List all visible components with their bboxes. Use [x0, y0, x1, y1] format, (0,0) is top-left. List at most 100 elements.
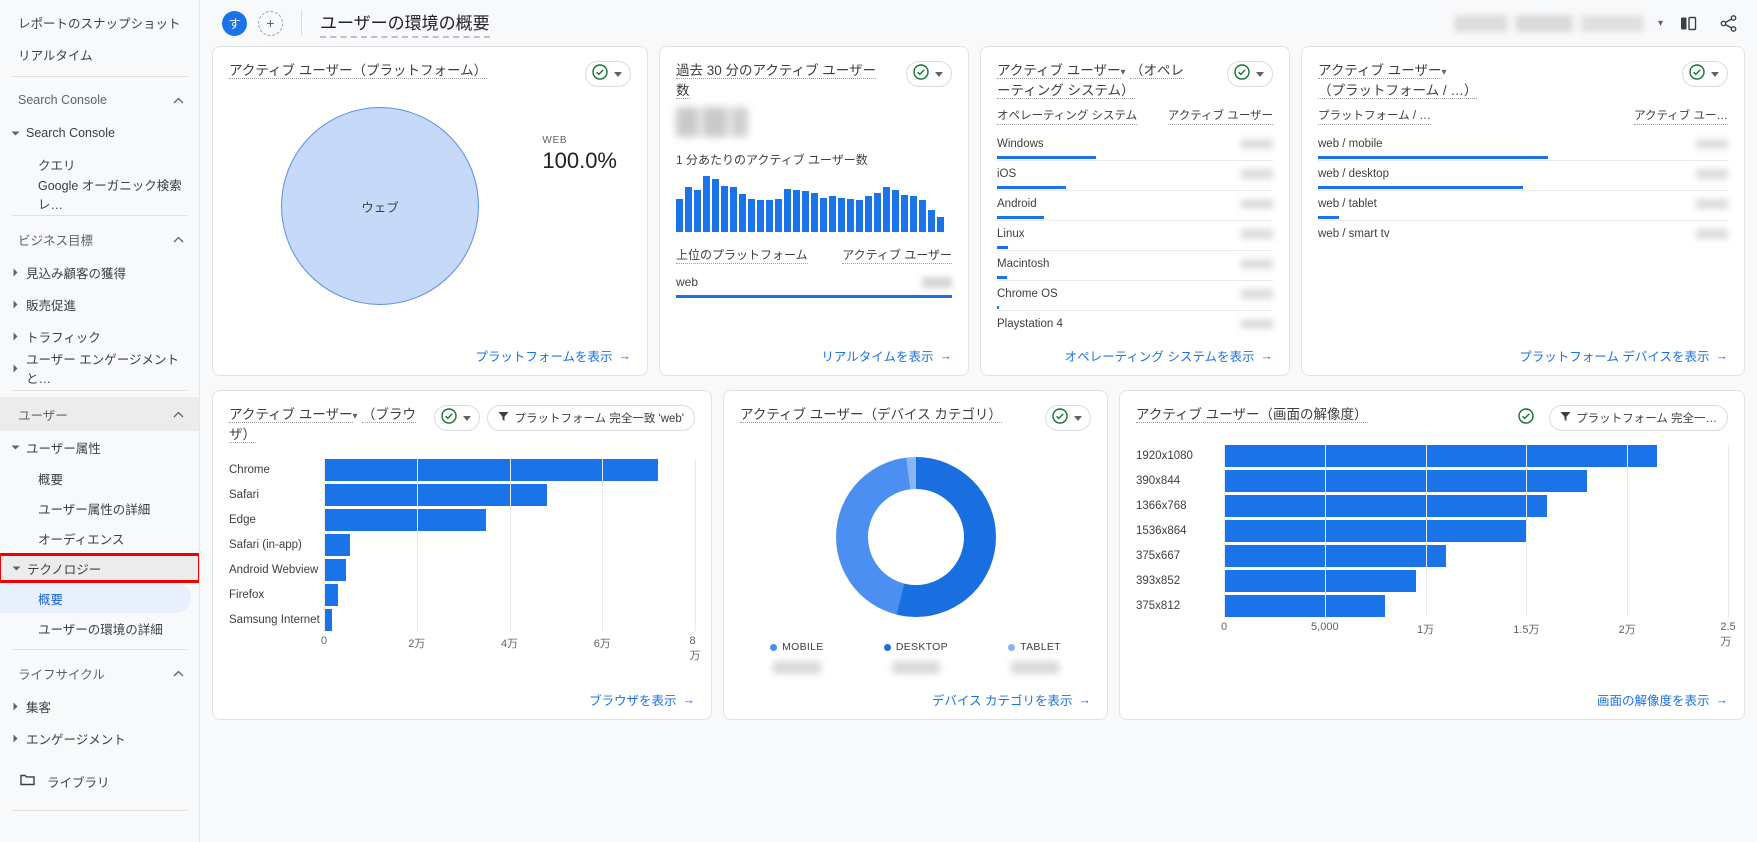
sidebar-group-engagement[interactable]: エンゲージメント	[0, 722, 199, 754]
donut-ring[interactable]	[835, 457, 996, 617]
sidebar-item-technology-overview[interactable]: 概要	[0, 583, 191, 613]
bar-row[interactable]: Android Webview	[229, 559, 695, 581]
bar-row[interactable]: Samsung Internet	[229, 609, 695, 631]
sidebar-item-google-organic-search[interactable]: Google オーガニック検索レ…	[0, 179, 199, 212]
view-os-link[interactable]: オペレーティング システムを表示 →	[1065, 346, 1273, 365]
chevron-up-icon	[171, 236, 185, 243]
sidebar-item-realtime[interactable]: リアルタイム	[0, 38, 199, 70]
topbar-divider	[301, 10, 302, 36]
sidebar-item-library[interactable]: ライブラリ	[0, 764, 199, 798]
sidebar-item-reports-snapshot[interactable]: レポートのスナップショット	[0, 6, 199, 38]
compare-icon[interactable]	[1673, 8, 1703, 38]
list-item-value	[1696, 169, 1728, 179]
sidebar-item-tech-details[interactable]: ユーザーの環境の詳細	[0, 613, 199, 643]
sidebar-group-search-console[interactable]: Search Console	[0, 117, 199, 149]
bar-label: Firefox	[229, 589, 265, 601]
list-item-bar-track	[1318, 246, 1728, 249]
list-item[interactable]: Playstation 4	[997, 310, 1273, 339]
list-item[interactable]: web / desktop	[1318, 160, 1728, 189]
card-status-chip[interactable]	[1227, 61, 1273, 87]
card-status-chip[interactable]	[1512, 405, 1543, 431]
sidebar-section-user[interactable]: ユーザー	[0, 397, 199, 431]
share-icon[interactable]	[1713, 8, 1743, 38]
add-comparison-button[interactable]: +	[258, 10, 283, 36]
list-item[interactable]: web / smart tv	[1318, 220, 1728, 249]
card-metric-selector[interactable]: アクティブ ユーザー	[1318, 63, 1442, 79]
card-title[interactable]: アクティブ ユーザー（プラットフォーム）	[229, 63, 488, 79]
sidebar-group-label: Search Console	[26, 126, 115, 140]
os-col-metric[interactable]: アクティブ ユーザー	[1167, 107, 1273, 125]
bar-row[interactable]: Safari (in-app)	[229, 534, 695, 556]
card-status-chip[interactable]	[1045, 405, 1091, 431]
bar-row[interactable]: 393x852	[1136, 570, 1728, 592]
sidebar-group-acquisition[interactable]: 集客	[0, 690, 199, 722]
bar-row[interactable]: 1920x1080	[1136, 445, 1728, 467]
card-title-suffix[interactable]: （プラットフォーム / …）	[1318, 83, 1478, 99]
list-item[interactable]: web / tablet	[1318, 190, 1728, 219]
sidebar-section-lifecycle[interactable]: ライフサイクル	[0, 656, 199, 690]
card-title[interactable]: アクティブ ユーザー（画面の解像度）	[1136, 407, 1368, 423]
sidebar-group-sales-promotion[interactable]: 販売促進	[0, 288, 199, 320]
view-platform-devices-link[interactable]: プラットフォーム デバイスを表示 →	[1519, 346, 1728, 365]
view-realtime-link[interactable]: リアルタイムを表示 →	[821, 346, 952, 365]
sidebar-group-lead-generation[interactable]: 見込み顧客の獲得	[0, 256, 199, 288]
list-item[interactable]: Android	[997, 190, 1273, 219]
sidebar-section-business-objectives[interactable]: ビジネス目標	[0, 222, 199, 256]
card-status-chip[interactable]	[1682, 61, 1728, 87]
bar-row[interactable]: Chrome	[229, 459, 695, 481]
list-item[interactable]: iOS	[997, 160, 1273, 189]
folder-icon	[20, 773, 35, 789]
card-title[interactable]: 過去 30 分のアクティブ ユーザー数	[676, 63, 877, 99]
bar-label: 390x844	[1136, 475, 1181, 487]
sidebar-group-technology[interactable]: テクノロジー	[0, 553, 199, 583]
view-resolutions-link[interactable]: 画面の解像度を表示 →	[1597, 690, 1728, 709]
card-status-chip[interactable]	[434, 405, 481, 431]
realtime-col-users[interactable]: アクティブ ユーザー	[842, 246, 952, 264]
list-item-bar-fill	[997, 156, 1097, 159]
bar-row[interactable]: Firefox	[229, 584, 695, 606]
bar-row[interactable]: 1366x768	[1136, 495, 1728, 517]
view-device-categories-link[interactable]: デバイス カテゴリを表示 →	[932, 690, 1091, 709]
card-title[interactable]: アクティブ ユーザー（デバイス カテゴリ）	[740, 407, 1002, 423]
bar-row[interactable]: 390x844	[1136, 470, 1728, 492]
sidebar[interactable]: レポートのスナップショット リアルタイム Search Console Sear…	[0, 0, 200, 842]
card-metric-selector[interactable]: アクティブ ユーザー	[997, 63, 1121, 79]
resolution-filter-chip[interactable]: プラットフォーム 完全一…	[1549, 405, 1728, 431]
list-item[interactable]: Windows	[997, 131, 1273, 159]
realtime-col-platform[interactable]: 上位のプラットフォーム	[676, 246, 808, 264]
sidebar-item-user-attributes-detail[interactable]: ユーザー属性の詳細	[0, 493, 199, 523]
sidebar-group-user-engagement[interactable]: ユーザー エンゲージメントと…	[0, 352, 199, 386]
sidebar-group-label: トラフィック	[26, 330, 101, 345]
date-range-selector[interactable]	[1453, 14, 1644, 32]
card-status-chip[interactable]	[906, 61, 952, 87]
bar-row[interactable]: 375x667	[1136, 545, 1728, 567]
sidebar-group-user-attributes[interactable]: ユーザー属性	[0, 431, 199, 463]
pie-slice-web[interactable]: ウェブ	[281, 107, 479, 305]
sidebar-group-traffic[interactable]: トラフィック	[0, 320, 199, 352]
sidebar-item-audience[interactable]: オーディエンス	[0, 523, 199, 553]
pd-col-metric[interactable]: アクティブ ユー…	[1634, 107, 1728, 125]
sidebar-item-user-attributes-overview[interactable]: 概要	[0, 463, 199, 493]
view-browsers-link[interactable]: ブラウザを表示 →	[589, 690, 695, 709]
card-metric-selector[interactable]: アクティブ ユーザー	[229, 407, 353, 423]
browser-filter-chip[interactable]: プラットフォーム 完全一致 'web'	[487, 405, 695, 431]
bar-fill	[324, 459, 658, 481]
list-item[interactable]: Linux	[997, 220, 1273, 249]
card-status-chip[interactable]	[585, 61, 631, 87]
list-item[interactable]: Macintosh	[997, 250, 1273, 279]
bar-row[interactable]: Safari	[229, 484, 695, 506]
list-item[interactable]: web / mobile	[1318, 131, 1728, 159]
bar-row[interactable]: 375x812	[1136, 595, 1728, 617]
os-col-dimension[interactable]: オペレーティング システム	[997, 107, 1138, 125]
avatar[interactable]: す	[222, 10, 247, 36]
chevron-down-icon[interactable]: ▾	[1658, 18, 1663, 29]
sidebar-item-label: クエリ	[38, 158, 76, 173]
pd-col-dimension[interactable]: プラットフォーム / …	[1318, 107, 1431, 125]
check-circle-icon	[1234, 63, 1250, 85]
bar-row[interactable]: Edge	[229, 509, 695, 531]
view-platforms-link[interactable]: プラットフォームを表示 →	[475, 346, 631, 365]
sidebar-section-search-console[interactable]: Search Console	[0, 83, 199, 117]
list-item[interactable]: Chrome OS	[997, 280, 1273, 309]
bar-row[interactable]: 1536x864	[1136, 520, 1728, 542]
sparkline-bar	[685, 187, 692, 232]
